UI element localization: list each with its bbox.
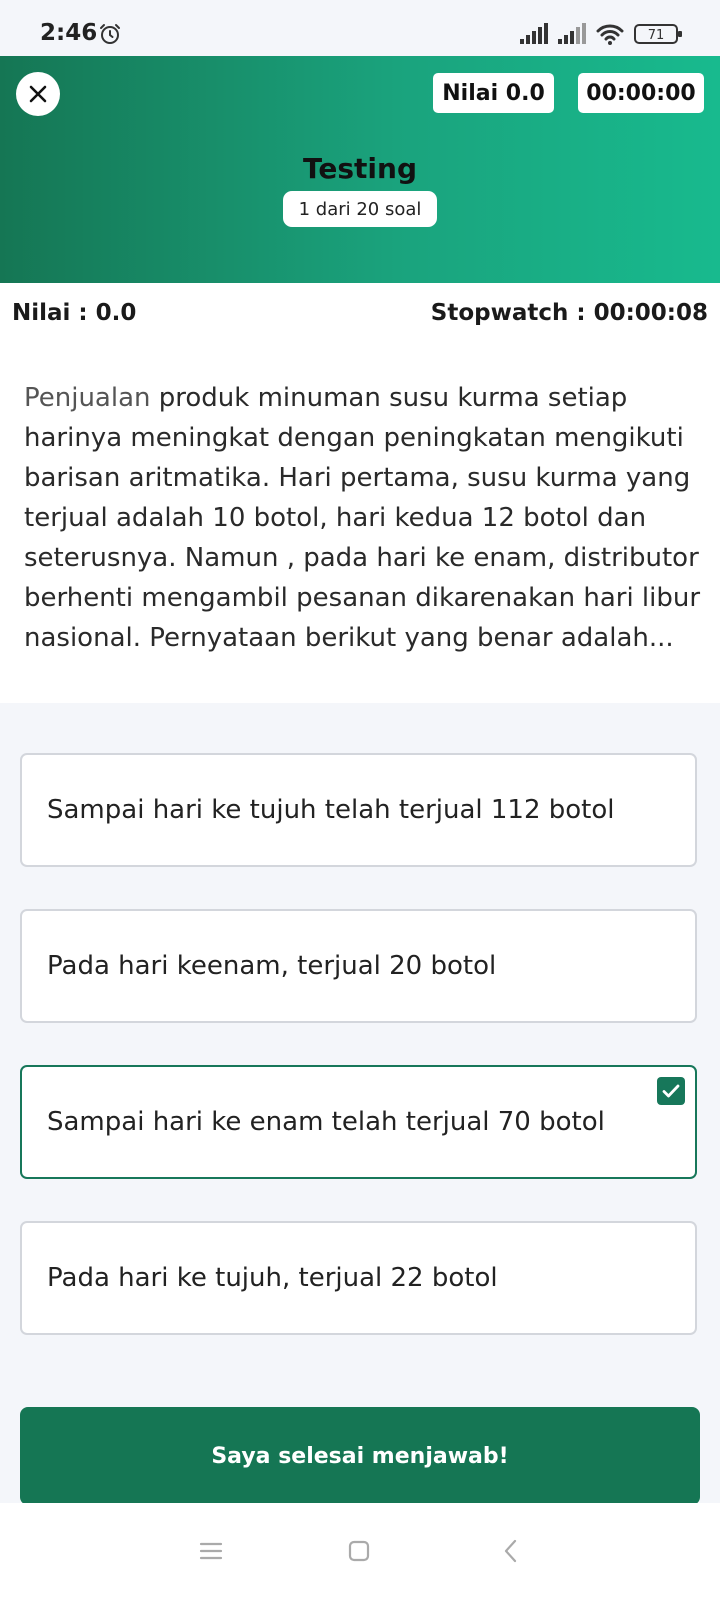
answer-option-2[interactable]: Pada hari keenam, terjual 20 botol bbox=[20, 909, 697, 1023]
question-first-word: Penjualan bbox=[24, 383, 151, 413]
checkbox-checked-icon[interactable] bbox=[657, 1077, 685, 1105]
close-icon bbox=[29, 85, 47, 103]
battery-level: 71 bbox=[648, 28, 665, 43]
question-text: Penjualan produk minuman susu kurma seti… bbox=[24, 378, 704, 658]
back-chevron-icon[interactable] bbox=[502, 1539, 518, 1563]
status-bar: 2:46 71 bbox=[0, 0, 720, 56]
signal-icon-2 bbox=[558, 23, 586, 44]
score-chip: Nilai 0.0 bbox=[433, 73, 554, 113]
finish-answer-button[interactable]: Saya selesai menjawab! bbox=[20, 1407, 700, 1505]
answer-option-4[interactable]: Pada hari ke tujuh, terjual 22 botol bbox=[20, 1221, 697, 1335]
question-card: Penjualan produk minuman susu kurma seti… bbox=[0, 339, 720, 703]
home-square-icon[interactable] bbox=[348, 1540, 370, 1562]
status-time: 2:46 bbox=[40, 20, 98, 46]
question-body: produk minuman susu kurma setiap harinya… bbox=[24, 383, 701, 653]
battery-icon: 71 bbox=[634, 24, 682, 44]
answer-option-3[interactable]: Sampai hari ke enam telah terjual 70 bot… bbox=[20, 1065, 697, 1179]
quiz-title: Testing bbox=[303, 152, 417, 185]
alarm-clock-icon bbox=[100, 24, 120, 44]
answer-option-label: Pada hari ke tujuh, terjual 22 botol bbox=[47, 1263, 498, 1293]
answer-option-label: Sampai hari ke enam telah terjual 70 bot… bbox=[47, 1107, 605, 1137]
wifi-icon bbox=[596, 24, 624, 45]
signal-icon-1 bbox=[520, 23, 548, 44]
question-progress: 1 dari 20 soal bbox=[283, 191, 437, 227]
answer-option-label: Pada hari keenam, terjual 20 botol bbox=[47, 951, 497, 981]
system-navigation-bar bbox=[0, 1503, 720, 1600]
timer-chip: 00:00:00 bbox=[578, 73, 704, 113]
checkmark-icon bbox=[662, 1084, 680, 1098]
menu-icon[interactable] bbox=[199, 1541, 223, 1561]
answer-option-1[interactable]: Sampai hari ke tujuh telah terjual 112 b… bbox=[20, 753, 697, 867]
answer-option-label: Sampai hari ke tujuh telah terjual 112 b… bbox=[47, 795, 615, 825]
info-bar: Nilai : 0.0 Stopwatch : 00:00:08 bbox=[0, 283, 720, 339]
stopwatch-label: Stopwatch : 00:00:08 bbox=[430, 300, 708, 326]
quiz-header: Nilai 0.0 00:00:00 Testing 1 dari 20 soa… bbox=[0, 56, 720, 283]
score-label: Nilai : 0.0 bbox=[12, 300, 137, 326]
close-button[interactable] bbox=[16, 72, 60, 116]
